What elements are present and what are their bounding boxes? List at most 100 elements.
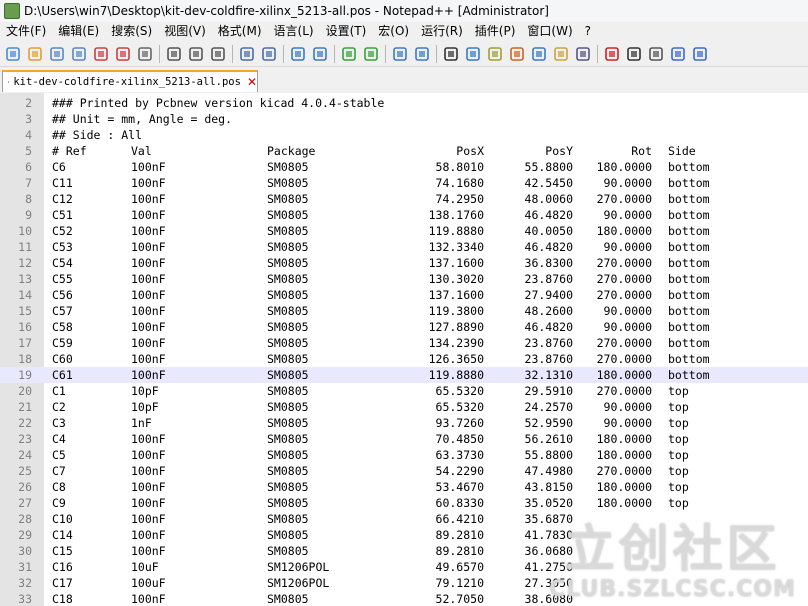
text-line[interactable]: 14 C56 100nF SM0805 137.1600 27.9400 270.0000 b… [0,287,808,303]
text-line[interactable]: 4 ## Side : All [0,127,808,143]
new-file-icon[interactable] [3,44,23,64]
stop-record-icon[interactable] [624,44,644,64]
text-line[interactable]: 10 C52 100nF SM0805 119.8880 40.0050 180.0000 b… [0,223,808,239]
text-line[interactable]: 13 C55 100nF SM0805 130.3020 23.8760 270.0000 b… [0,271,808,287]
text-line[interactable]: 7 C11 100nF SM0805 74.1680 42.5450 90.0000 bott… [0,175,808,191]
monitor-icon[interactable] [573,44,593,64]
menu-item[interactable]: ? [579,22,597,41]
cell-posy: 35.6870 [524,512,573,526]
line-number: 25 [18,464,32,478]
current-line[interactable]: 19 C61 100nF SM0805 119.8880 32.1310 180.0000 b… [0,367,808,383]
text-line[interactable]: 29 C14 100nF SM0805 89.2810 41.7830 [0,527,808,543]
cell-posx: 126.3650 [428,352,484,366]
cell-side: bottom [668,192,710,206]
close-all-icon[interactable] [113,44,133,64]
cell-rot: 180.0000 [596,448,652,462]
text-line[interactable]: 22 C3 1nF SM0805 93.7260 52.9590 90.0000 top [0,415,808,431]
cell-val: 100nF [131,336,166,350]
save-macro-icon[interactable] [690,44,710,64]
indent-guide-icon[interactable] [485,44,505,64]
text-line[interactable]: 17 C59 100nF SM0805 134.2390 23.8760 270.0000 b… [0,335,808,351]
text-line[interactable]: 16 C58 100nF SM0805 127.8890 46.4820 90.0000 bo… [0,319,808,335]
text-line[interactable]: 3 ## Unit = mm, Angle = deg. [0,111,808,127]
close-icon[interactable] [91,44,111,64]
cut-icon[interactable] [164,44,184,64]
menu-item[interactable]: 宏(O) [372,22,415,41]
show-all-chars-icon[interactable] [463,44,483,64]
cell-package: SM0805 [267,240,309,254]
sync-horizontal-icon[interactable] [412,44,432,64]
text-line[interactable]: 2 ### Printed by Pcbnew version kicad 4.0… [0,95,808,111]
cell-val: 100nF [131,160,166,174]
cell-posy: 55.8800 [524,160,573,174]
text-line[interactable]: 21 C2 10pF SM0805 65.5320 24.2570 90.0000 top [0,399,808,415]
find-icon[interactable] [288,44,308,64]
record-macro-icon[interactable] [602,44,622,64]
tab-close-icon[interactable]: ✕ [247,75,257,89]
zoom-in-icon[interactable] [339,44,359,64]
doc-map-icon[interactable] [507,44,527,64]
redo-icon[interactable] [259,44,279,64]
copy-icon[interactable] [186,44,206,64]
text-line[interactable]: 11 C53 100nF SM0805 132.3340 46.4820 90.0000 bo… [0,239,808,255]
cell-posy: 36.8300 [524,256,573,270]
cell-posy: 40.0050 [524,224,573,238]
column-header-line[interactable]: 5 # Ref Val Package PosX PosY Rot Side [0,143,808,159]
text-line[interactable]: 30 C15 100nF SM0805 89.2810 36.0680 [0,543,808,559]
text-line[interactable]: 8 C12 100nF SM0805 74.2950 48.0060 270.0000 bot… [0,191,808,207]
text-line[interactable]: 26 C8 100nF SM0805 53.4670 43.8150 180.0000 top [0,479,808,495]
folder-workspace-icon[interactable] [551,44,571,64]
menu-item[interactable]: 插件(P) [469,22,522,41]
menu-item[interactable]: 运行(R) [415,22,469,41]
cell-ref: C60 [52,352,73,366]
menu-item[interactable]: 格式(M) [212,22,268,41]
undo-icon[interactable] [237,44,257,64]
text-line[interactable]: 6 C6 100nF SM0805 58.8010 55.8800 180.0000 bott… [0,159,808,175]
cell-package: SM0805 [267,512,309,526]
cell-side: bottom [668,320,710,334]
text-line[interactable]: 18 C60 100nF SM0805 126.3650 23.8760 270.0000 b… [0,351,808,367]
text-line[interactable]: 33 C18 100nF SM0805 52.7050 38.6080 [0,591,808,606]
word-wrap-icon[interactable] [441,44,461,64]
text-line[interactable]: 23 C4 100nF SM0805 70.4850 56.2610 180.0000 top [0,431,808,447]
paste-icon[interactable] [208,44,228,64]
function-list-icon[interactable] [529,44,549,64]
text-editor[interactable]: 2 ### Printed by Pcbnew version kicad 4.0… [0,93,808,606]
save-all-icon[interactable] [69,44,89,64]
text-line[interactable]: 15 C57 100nF SM0805 119.3800 48.2600 90.0000 bo… [0,303,808,319]
open-file-icon[interactable] [25,44,45,64]
line-number: 6 [25,160,32,174]
text-line[interactable]: 27 C9 100nF SM0805 60.8330 35.0520 180.0000 top [0,495,808,511]
text-line[interactable]: 31 C16 10uF SM1206POL 49.6570 41.2750 [0,559,808,575]
text-line[interactable]: 32 C17 100uF SM1206POL 79.1210 27.3050 [0,575,808,591]
replace-icon[interactable] [310,44,330,64]
text-line[interactable]: 12 C54 100nF SM0805 137.1600 36.8300 270.0000 b… [0,255,808,271]
menu-item[interactable]: 编辑(E) [52,22,105,41]
menu-item[interactable]: 窗口(W) [521,22,578,41]
cell-ref: C57 [52,304,73,318]
line-number: 8 [25,192,32,206]
text-line[interactable]: 25 C7 100nF SM0805 54.2290 47.4980 270.0000 top [0,463,808,479]
cell-rot: 270.0000 [596,256,652,270]
menu-item[interactable]: 搜索(S) [105,22,158,41]
zoom-out-icon[interactable] [361,44,381,64]
save-icon[interactable] [47,44,67,64]
menu-item[interactable]: 文件(F) [0,22,52,41]
cell-val: 100nF [131,192,166,206]
text-line[interactable]: 28 C10 100nF SM0805 66.4210 35.6870 [0,511,808,527]
menu-item[interactable]: 设置(T) [320,22,373,41]
menu-item[interactable]: 语言(L) [268,22,320,41]
menu-item[interactable]: 视图(V) [158,22,212,41]
text-line[interactable]: 20 C1 10pF SM0805 65.5320 29.5910 270.0000 top [0,383,808,399]
tab-active-file[interactable]: kit-dev-coldfire-xilinx_5213-all.pos ✕ [2,70,258,92]
text-line[interactable]: 9 C51 100nF SM0805 138.1760 46.4820 90.0000 bot… [0,207,808,223]
text-line[interactable]: 24 C5 100nF SM0805 63.3730 55.8800 180.0000 top [0,447,808,463]
cell-ref: C58 [52,320,73,334]
sync-vertical-icon[interactable] [390,44,410,64]
cell-posx: 74.1680 [435,176,484,190]
play-macro-icon[interactable] [646,44,666,64]
run-macro-multiple-icon[interactable] [668,44,688,64]
print-icon[interactable] [135,44,155,64]
line-number: 32 [18,576,32,590]
cell-posy: 23.8760 [524,336,573,350]
